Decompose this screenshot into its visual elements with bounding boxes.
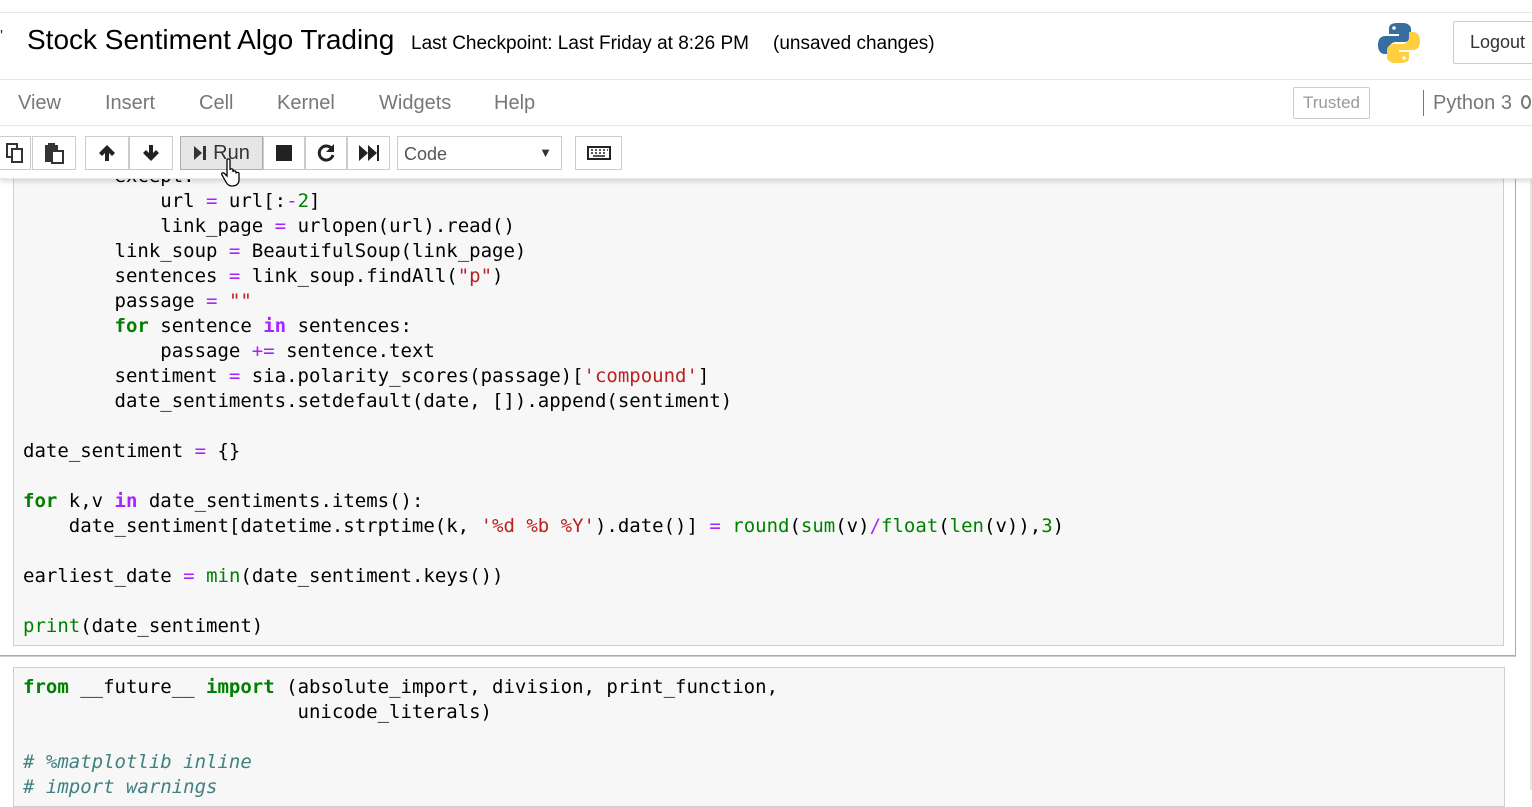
notebook-name[interactable]: Stock Sentiment Algo Trading bbox=[27, 24, 394, 56]
checkpoint-status: Last Checkpoint: Last Friday at 8:26 PM bbox=[411, 33, 749, 54]
menu-widgets[interactable]: Widgets bbox=[379, 92, 451, 115]
code-line: for sentence in sentences: bbox=[114, 315, 412, 337]
move-down-button[interactable] bbox=[129, 136, 173, 170]
menu-insert[interactable]: Insert bbox=[105, 92, 155, 115]
menu-cell[interactable]: Cell bbox=[199, 92, 233, 115]
menubar: View Insert Cell Kernel Widgets Help Tru… bbox=[0, 80, 1532, 126]
code-line: earliest_date = min(date_sentiment.keys(… bbox=[23, 565, 504, 587]
move-down-icon bbox=[143, 145, 159, 161]
dropdown-arrow-icon: ▼ bbox=[539, 145, 552, 160]
code-editor[interactable]: except: url = url[:-2] link_page = urlop… bbox=[13, 176, 1504, 646]
code-cell[interactable]: except: url = url[:-2] link_page = urlop… bbox=[0, 176, 1516, 656]
header-divider bbox=[0, 12, 1532, 13]
fast-forward-icon bbox=[358, 145, 379, 161]
code-line: date_sentiment[datetime.strptime(k, '%d … bbox=[23, 515, 1065, 537]
keyboard-icon bbox=[586, 146, 611, 160]
code-text: except: url = url[:-2] link_page = urlop… bbox=[23, 176, 1064, 639]
interrupt-button[interactable] bbox=[263, 136, 305, 170]
move-up-icon bbox=[99, 145, 115, 161]
copy-cell-button[interactable] bbox=[0, 136, 31, 170]
move-up-button[interactable] bbox=[85, 136, 129, 170]
code-line: date_sentiment = {} bbox=[23, 440, 241, 462]
hand-cursor-icon bbox=[221, 158, 240, 187]
cell-type-dropdown[interactable]: Code ▼ bbox=[397, 136, 562, 170]
command-palette-button[interactable] bbox=[575, 136, 622, 170]
kernel-divider bbox=[1423, 90, 1424, 116]
code-line: passage = "" bbox=[23, 290, 252, 312]
code-text: from __future__ import (absolute_import,… bbox=[23, 675, 778, 800]
trusted-indicator[interactable]: Trusted bbox=[1293, 87, 1370, 119]
python-logo-icon bbox=[1378, 23, 1420, 63]
menu-help[interactable]: Help bbox=[494, 92, 535, 115]
restart-run-all-button[interactable] bbox=[347, 136, 390, 170]
code-line: # import warnings bbox=[23, 776, 218, 798]
code-line: print(date_sentiment) bbox=[23, 615, 264, 637]
kernel-status-icon bbox=[1521, 95, 1531, 109]
paste-cell-button[interactable] bbox=[32, 136, 76, 170]
autosave-status: (unsaved changes) bbox=[773, 33, 935, 54]
code-line: passage += sentence.text bbox=[23, 340, 435, 362]
notebook-header: ' Stock Sentiment Algo Trading Last Chec… bbox=[0, 0, 1532, 80]
code-line: sentences = link_soup.findAll("p") bbox=[23, 265, 504, 287]
caret-icon: ' bbox=[0, 28, 4, 45]
copy-icon bbox=[5, 143, 23, 163]
code-line: link_page = urlopen(url).read() bbox=[23, 215, 515, 237]
code-line: link_soup = BeautifulSoup(link_page) bbox=[23, 240, 527, 262]
code-line: sentiment = sia.polarity_scores(passage)… bbox=[23, 365, 710, 387]
logout-button[interactable]: Logout bbox=[1453, 21, 1532, 64]
cell-type-value: Code bbox=[404, 144, 448, 164]
code-line: from __future__ import (absolute_import,… bbox=[23, 676, 779, 698]
notebook-container: except: url = url[:-2] link_page = urlop… bbox=[0, 176, 1532, 807]
stop-icon bbox=[276, 145, 292, 161]
restart-icon bbox=[317, 144, 335, 162]
code-cell[interactable]: from __future__ import (absolute_import,… bbox=[0, 656, 1516, 807]
restart-kernel-button[interactable] bbox=[305, 136, 347, 170]
code-line: unicode_literals) bbox=[23, 701, 492, 723]
code-line: # %matplotlib inline bbox=[23, 751, 252, 773]
code-line: for k,v in date_sentiments.items(): bbox=[23, 490, 424, 512]
menu-view[interactable]: View bbox=[18, 92, 61, 115]
step-run-icon bbox=[194, 146, 207, 160]
menu-kernel[interactable]: Kernel bbox=[277, 92, 335, 115]
code-line: url = url[:-2] bbox=[23, 190, 321, 212]
paste-icon bbox=[45, 143, 64, 164]
code-line: date_sentiments.setdefault(date, []).app… bbox=[23, 390, 733, 412]
code-editor[interactable]: from __future__ import (absolute_import,… bbox=[13, 667, 1505, 807]
kernel-name: Python 3 bbox=[1433, 92, 1512, 114]
